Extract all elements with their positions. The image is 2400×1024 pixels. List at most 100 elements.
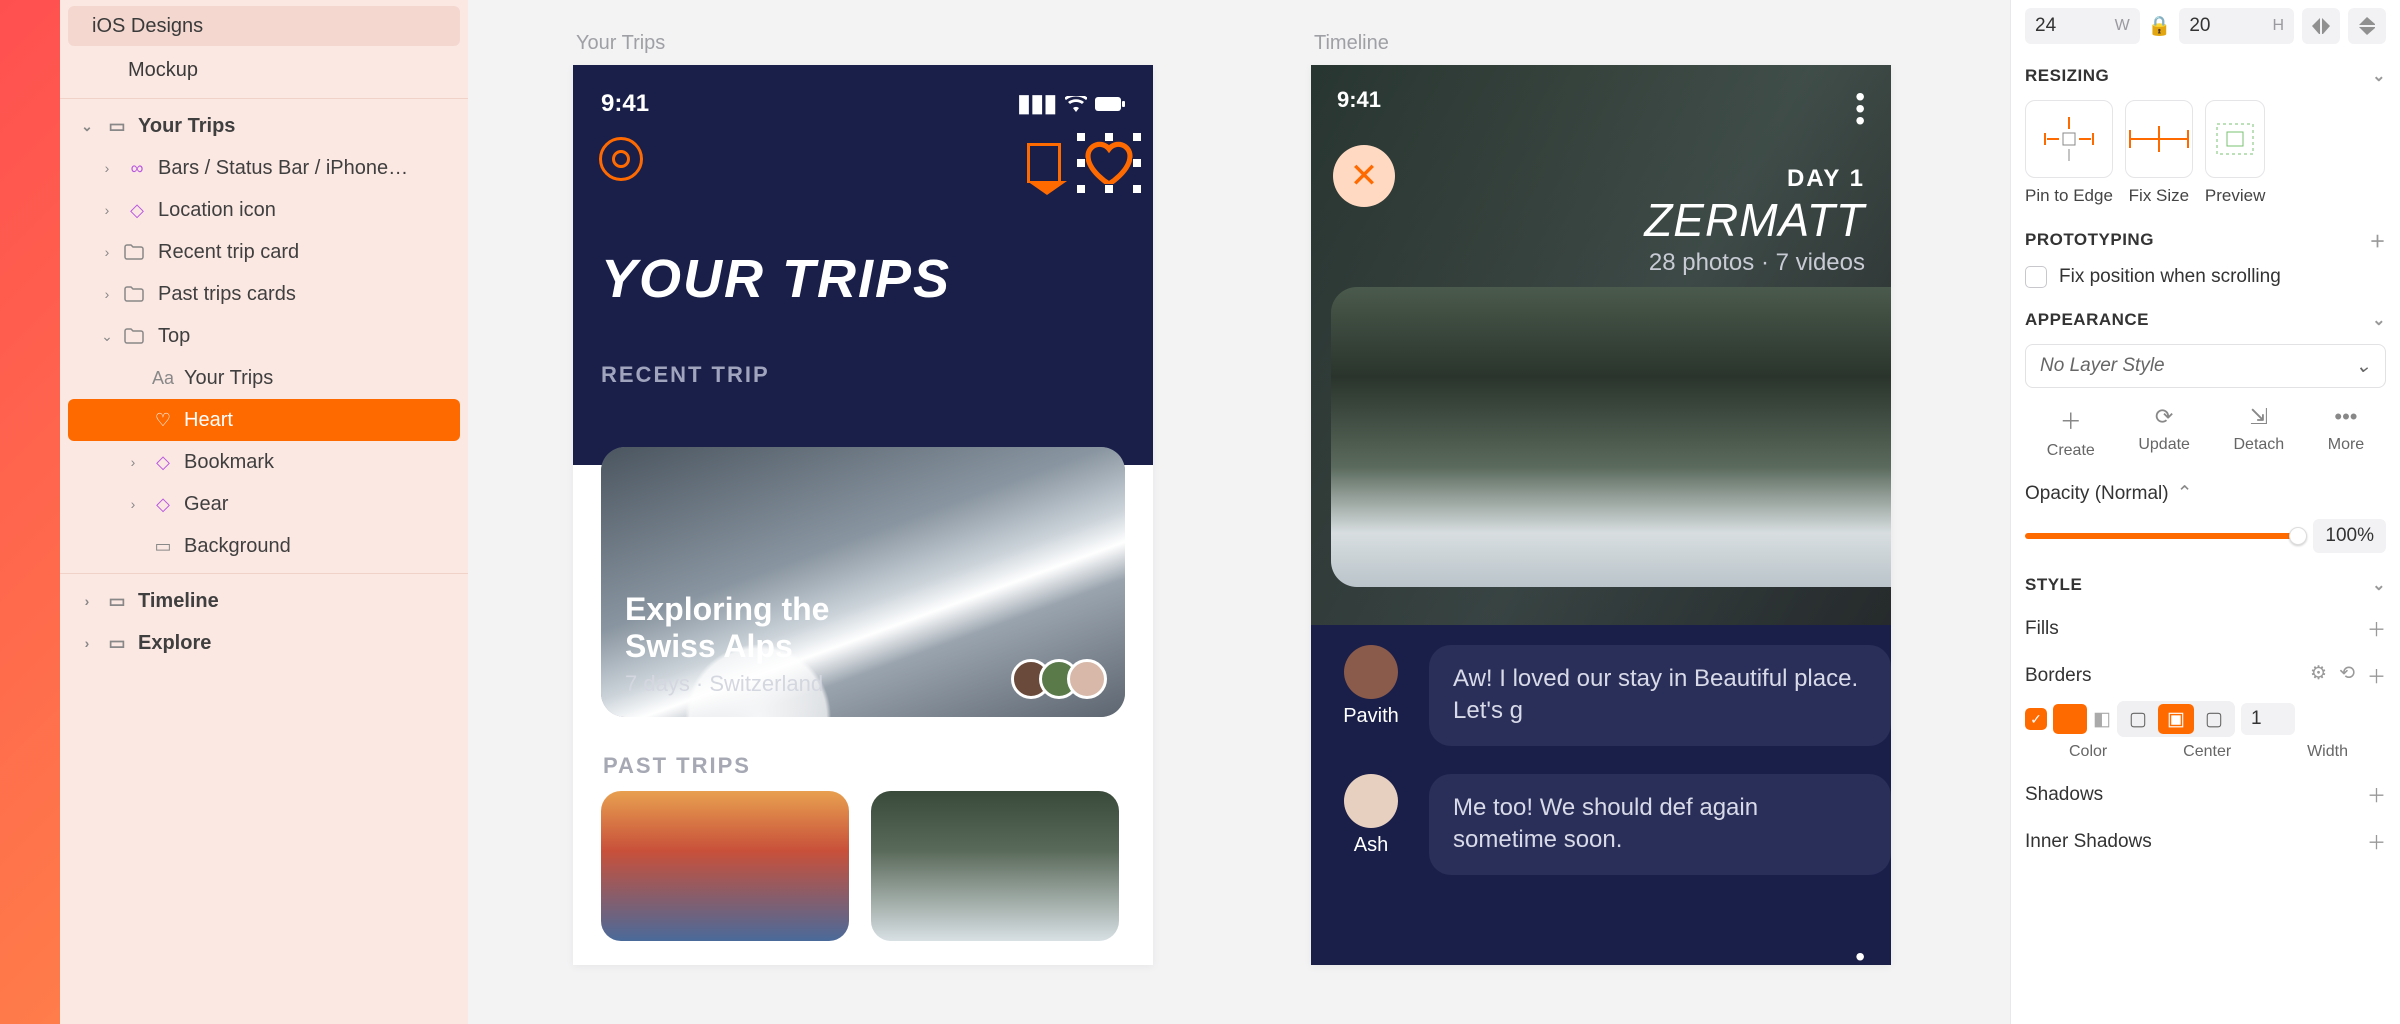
flip-horizontal-icon[interactable] bbox=[2302, 8, 2340, 44]
chevron-icon[interactable]: › bbox=[98, 286, 116, 302]
fix-position-checkbox[interactable] bbox=[2025, 266, 2047, 288]
border-width-input[interactable]: 1 bbox=[2241, 703, 2295, 735]
heart-icon-selected[interactable] bbox=[1081, 137, 1137, 189]
status-bar: 9:41 bbox=[1337, 87, 1865, 113]
divider bbox=[60, 573, 468, 574]
border-position-segment[interactable]: ▢ ▣ ▢ bbox=[2117, 701, 2235, 737]
layer-heart[interactable]: ♡Heart bbox=[68, 399, 460, 441]
layer-location-icon[interactable]: ›◇Location icon bbox=[68, 189, 460, 231]
artboard-your-trips-canvas[interactable]: 9:41 ▮▮▮ bbox=[573, 65, 1153, 965]
layer-past-trips-cards[interactable]: ›Past trips cards bbox=[68, 273, 460, 315]
opacity-value[interactable]: 100% bbox=[2313, 519, 2386, 553]
layer-bars-status-bar-iphone-[interactable]: ›∞Bars / Status Bar / iPhone… bbox=[68, 147, 460, 189]
opacity-label: Opacity (Normal) bbox=[2025, 483, 2169, 505]
artboard-explore[interactable]: › ▭ Explore bbox=[68, 622, 460, 664]
create-style-button[interactable]: ＋Create bbox=[2047, 404, 2095, 460]
timeline-photo[interactable] bbox=[1331, 287, 1891, 587]
diamond-icon: ◇ bbox=[150, 452, 176, 473]
preview-button[interactable] bbox=[2205, 100, 2265, 178]
recent-trip-card[interactable]: Exploring theSwiss Alps 7 days · Switzer… bbox=[601, 447, 1125, 717]
update-style-button[interactable]: ⟳Update bbox=[2138, 404, 2190, 460]
border-enabled-checkbox[interactable]: ✓ bbox=[2025, 708, 2047, 730]
layer-gear[interactable]: ›◇Gear bbox=[68, 483, 460, 525]
add-shadow-icon[interactable]: ＋ bbox=[2367, 781, 2386, 808]
swatch-handle[interactable]: ◧ bbox=[2093, 708, 2111, 731]
chevron-right-icon[interactable]: › bbox=[78, 635, 96, 651]
layer-label: Timeline bbox=[138, 590, 219, 613]
layer-label: Explore bbox=[138, 632, 211, 655]
inner-shadows-label: Inner Shadows bbox=[2025, 831, 2152, 853]
chevron-icon[interactable]: › bbox=[98, 202, 116, 218]
page-ios-designs[interactable]: iOS Designs bbox=[68, 6, 460, 46]
artboard-timeline-canvas[interactable]: 9:41 ✕ ••• DAY 1 ZERMATT 28 photos · 7 v… bbox=[1311, 65, 1891, 965]
border-outside[interactable]: ▢ bbox=[2196, 704, 2232, 734]
layer-your-trips[interactable]: AaYour Trips bbox=[68, 357, 460, 399]
chevron-down-icon[interactable]: ⌄ bbox=[2372, 66, 2386, 86]
gear-icon[interactable] bbox=[599, 137, 643, 181]
shadows-label: Shadows bbox=[2025, 784, 2103, 806]
commenter-name: Ash bbox=[1354, 834, 1388, 857]
artboard-label[interactable]: Your Trips bbox=[576, 32, 665, 55]
chevron-icon[interactable]: › bbox=[98, 244, 116, 260]
more-icon[interactable]: ••• bbox=[1855, 953, 1867, 965]
layer-label: Top bbox=[158, 325, 190, 348]
chevron-down-icon[interactable]: ⌄ bbox=[2372, 310, 2386, 330]
bookmark-icon[interactable] bbox=[1027, 143, 1061, 183]
folder-icon bbox=[124, 244, 150, 260]
more-icon[interactable]: ••• bbox=[1855, 93, 1867, 125]
artboard-label[interactable]: Timeline bbox=[1314, 32, 1389, 55]
fix-size-button[interactable] bbox=[2125, 100, 2193, 178]
chevron-icon[interactable]: › bbox=[124, 454, 142, 470]
comments-section: Pavith Aw! I loved our stay in Beautiful… bbox=[1311, 625, 1891, 965]
height-input[interactable]: 20H bbox=[2179, 8, 2294, 44]
comment-bubble: Aw! I loved our stay in Beautiful place.… bbox=[1429, 645, 1891, 746]
more-icon: ••• bbox=[2334, 404, 2357, 430]
past-trip-card[interactable] bbox=[601, 791, 849, 941]
canvas[interactable]: Your Trips Timeline 9:41 ▮▮▮ bbox=[468, 0, 2010, 1024]
layer-top[interactable]: ⌄ Top bbox=[68, 315, 460, 357]
divider bbox=[60, 98, 468, 99]
width-input[interactable]: 24W bbox=[2025, 8, 2140, 44]
status-time: 9:41 bbox=[601, 90, 649, 118]
close-button[interactable]: ✕ bbox=[1333, 145, 1395, 207]
pin-edge-label: Pin to Edge bbox=[2025, 186, 2113, 206]
gear-icon[interactable]: ⚙ bbox=[2310, 662, 2327, 689]
link-icon[interactable]: ⟲ bbox=[2339, 662, 2355, 689]
artboard-icon: ▭ bbox=[104, 591, 130, 612]
inspector-panel: 24W 🔒 20H RESIZING⌄ Pin to Edge Fix Size… bbox=[2010, 0, 2400, 1024]
past-trip-card[interactable] bbox=[871, 791, 1119, 941]
add-fill-icon[interactable]: ＋ bbox=[2367, 615, 2386, 642]
layer-background[interactable]: ▭Background bbox=[68, 525, 460, 567]
opacity-slider[interactable] bbox=[2025, 533, 2303, 539]
chevron-icon[interactable]: ⌄ bbox=[98, 328, 116, 345]
border-inside[interactable]: ▢ bbox=[2120, 704, 2156, 734]
artboard-your-trips[interactable]: ⌄ ▭ Your Trips bbox=[68, 105, 460, 147]
diamond-icon: ◇ bbox=[124, 200, 150, 221]
chevron-icon[interactable]: › bbox=[124, 496, 142, 512]
chevron-down-icon[interactable]: ⌄ bbox=[78, 118, 96, 135]
page-mockup[interactable]: Mockup bbox=[68, 50, 460, 90]
section-appearance: APPEARANCE bbox=[2025, 310, 2149, 330]
border-color-swatch[interactable] bbox=[2053, 704, 2087, 734]
chevron-down-icon[interactable]: ⌄ bbox=[2372, 575, 2386, 595]
detach-style-button[interactable]: ⇲Detach bbox=[2233, 404, 2284, 460]
layer-style-select[interactable]: No Layer Style⌄ bbox=[2025, 344, 2386, 388]
layer-bookmark[interactable]: ›◇Bookmark bbox=[68, 441, 460, 483]
card-title: Exploring theSwiss Alps bbox=[625, 591, 1101, 665]
diamond-icon: ◇ bbox=[150, 494, 176, 515]
more-style-button[interactable]: •••More bbox=[2328, 404, 2364, 460]
add-inner-shadow-icon[interactable]: ＋ bbox=[2367, 828, 2386, 855]
status-time: 9:41 bbox=[1337, 87, 1381, 113]
pin-to-edge-button[interactable] bbox=[2025, 100, 2113, 178]
chevron-right-icon[interactable]: › bbox=[78, 593, 96, 609]
Aa-icon: Aa bbox=[150, 368, 176, 389]
chevron-icon[interactable]: › bbox=[98, 160, 116, 176]
add-border-icon[interactable]: ＋ bbox=[2367, 662, 2386, 689]
comment-bubble: Me too! We should def again sometime soo… bbox=[1429, 774, 1891, 875]
flip-vertical-icon[interactable] bbox=[2348, 8, 2386, 44]
layer-recent-trip-card[interactable]: ›Recent trip card bbox=[68, 231, 460, 273]
lock-icon[interactable]: 🔒 bbox=[2148, 14, 2172, 38]
plus-icon[interactable]: ＋ bbox=[2369, 228, 2386, 252]
artboard-timeline[interactable]: › ▭ Timeline bbox=[68, 580, 460, 622]
border-center[interactable]: ▣ bbox=[2158, 704, 2194, 734]
